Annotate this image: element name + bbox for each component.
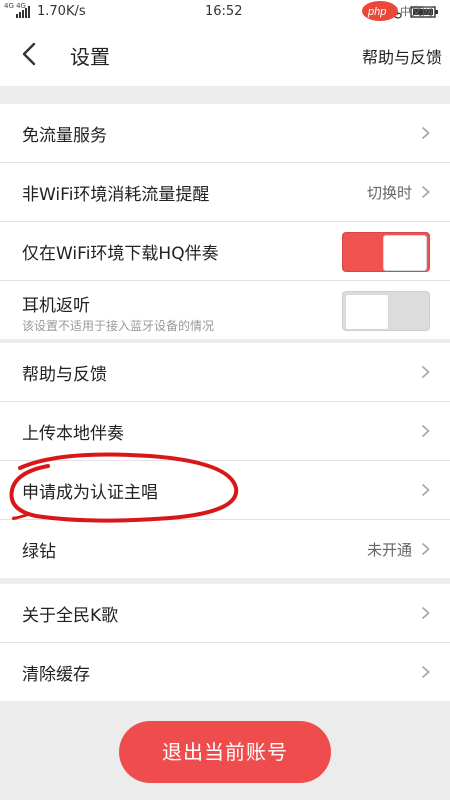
non-wifi-data-reminder-row[interactable]: 非WiFi环境消耗流量提醒 切换时 [0, 163, 450, 222]
row-value: 切换时 [366, 184, 412, 202]
signal-icon [16, 6, 30, 18]
help-feedback-row[interactable]: 帮助与反馈 [0, 343, 450, 402]
chevron-right-icon [421, 185, 430, 199]
headphone-monitor-row: 耳机返听 该设置不适用于接入蓝牙设备的情况 [0, 281, 450, 339]
chevron-right-icon [421, 542, 430, 556]
row-label: 关于全民K歌 [22, 606, 119, 626]
status-icons [388, 4, 440, 19]
row-label: 免流量服务 [22, 126, 107, 146]
row-label: 非WiFi环境消耗流量提醒 [22, 185, 210, 205]
row-label: 仅在WiFi环境下载HQ伴奏 [22, 244, 219, 264]
settings-group-about: 关于全民K歌 清除缓存 [0, 584, 450, 701]
help-feedback-link[interactable]: 帮助与反馈 [362, 44, 442, 68]
chevron-right-icon [421, 665, 430, 679]
row-subtitle: 该设置不适用于接入蓝牙设备的情况 [22, 319, 215, 333]
row-value: 未开通 [366, 541, 412, 559]
chevron-right-icon [421, 606, 430, 620]
settings-group-network: 免流量服务 非WiFi环境消耗流量提醒 切换时 仅在WiFi环境下载HQ伴奏 耳… [0, 104, 450, 339]
network-speed: 1.70K/s [37, 4, 86, 19]
row-label: 清除缓存 [22, 665, 90, 685]
green-diamond-row[interactable]: 绿钻 未开通 [0, 520, 450, 578]
row-label: 申请成为认证主唱 [22, 483, 158, 503]
clear-cache-row[interactable]: 清除缓存 [0, 643, 450, 701]
chevron-right-icon [421, 483, 430, 497]
chevron-right-icon [421, 126, 430, 140]
phone-icon [388, 4, 402, 19]
back-arrow-icon[interactable] [18, 42, 42, 66]
logout-button[interactable]: 退出当前账号 [119, 721, 331, 783]
clock: 16:52 [205, 4, 243, 19]
page-title: 设置 [70, 45, 110, 69]
chevron-right-icon [421, 424, 430, 438]
free-data-service-row[interactable]: 免流量服务 [0, 104, 450, 163]
row-label: 帮助与反馈 [22, 365, 107, 385]
row-label: 绿钻 [22, 542, 56, 562]
upload-local-accompaniment-row[interactable]: 上传本地伴奏 [0, 402, 450, 461]
about-row[interactable]: 关于全民K歌 [0, 584, 450, 643]
row-label: 耳机返听 [22, 296, 90, 316]
battery-icon [410, 5, 438, 18]
row-label: 上传本地伴奏 [22, 424, 124, 444]
chevron-right-icon [421, 365, 430, 379]
apply-certified-singer-row[interactable]: 申请成为认证主唱 [0, 461, 450, 520]
wifi-only-hq-download-row: 仅在WiFi环境下载HQ伴奏 [0, 222, 450, 281]
status-bar: 4G 4G 1.70K/s 16:52 [0, 0, 450, 24]
headphone-monitor-toggle[interactable] [342, 291, 430, 331]
wifi-hq-download-toggle[interactable] [342, 232, 430, 272]
settings-group-account: 帮助与反馈 上传本地伴奏 申请成为认证主唱 绿钻 未开通 [0, 343, 450, 578]
navigation-bar: 设置 帮助与反馈 [0, 24, 450, 86]
